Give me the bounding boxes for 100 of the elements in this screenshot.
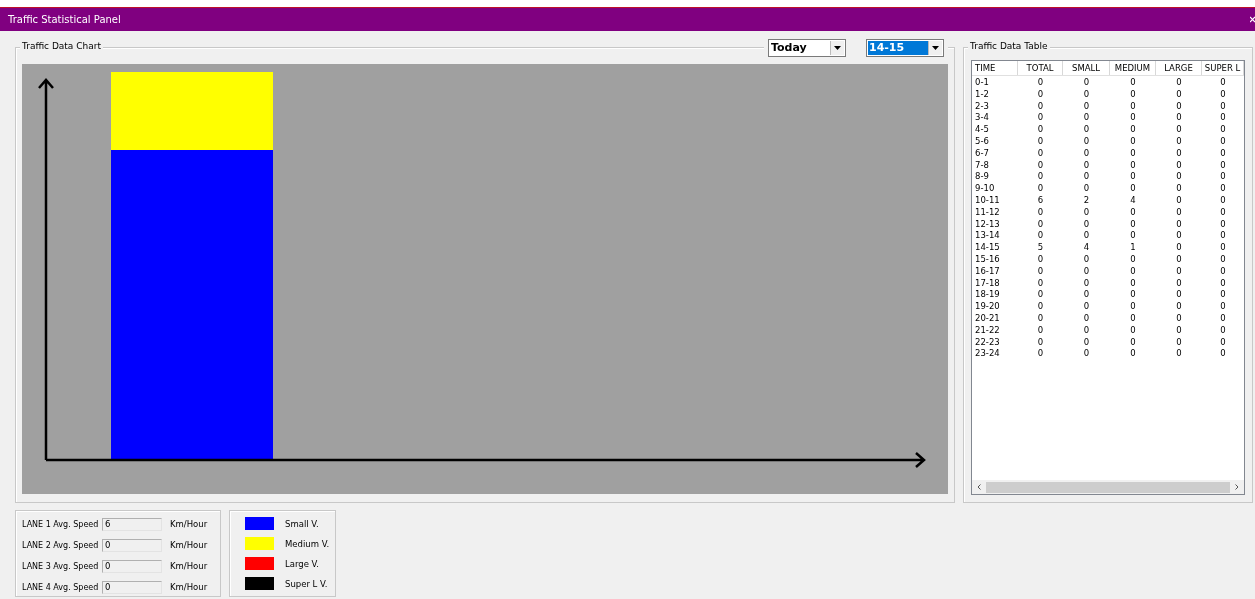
table-cell-text: 18-19 (974, 289, 1001, 302)
table-cell-text: 0 (1219, 159, 1227, 172)
table-cell-text: 0 (1219, 242, 1227, 254)
table-cell-text: 2 (1082, 194, 1091, 207)
legend-label: Super L V. (285, 578, 328, 589)
table-cell-text: 0 (1082, 206, 1091, 219)
table-cell-text: 0 (1129, 124, 1137, 136)
scroll-left-icon[interactable] (977, 484, 981, 490)
table-cell-text: 0 (1175, 159, 1183, 172)
table-cell-text: 17-18 (974, 277, 1001, 290)
table-cell-text: 0 (1219, 112, 1227, 125)
table-cell-text: 0 (1036, 324, 1045, 337)
table-cell-text: 0 (1129, 348, 1137, 361)
table-cell-text: 0 (1036, 171, 1045, 184)
table-cell-text: 0 (1036, 218, 1045, 231)
table-cell-text: 0 (1219, 336, 1227, 349)
table-cell-text: 0 (1082, 159, 1091, 172)
table-cell-text: 0 (1129, 206, 1137, 219)
table-cell-text: 0 (1036, 206, 1045, 219)
table-cell-text: 19-20 (974, 301, 1001, 313)
column-header[interactable]: TIME (972, 61, 1018, 75)
table-cell-text: 0 (1129, 301, 1137, 313)
scroll-right-icon[interactable] (1235, 484, 1239, 490)
table-cell-text: 0 (1036, 159, 1045, 172)
table-cell-text: 0 (1175, 88, 1183, 101)
table-cell-text: 0 (1219, 147, 1227, 160)
column-header[interactable]: LARGE (1156, 61, 1202, 75)
column-header[interactable]: SMALL (1063, 61, 1110, 75)
table-cell-text: 0 (1129, 159, 1137, 172)
unit-label: Km/Hour (170, 519, 208, 529)
window-title: Traffic Statistical Panel (8, 14, 121, 25)
table-cell-text: 0 (1129, 77, 1137, 89)
table-cell-text: 4 (1082, 242, 1091, 254)
table-cell-text: 0 (1082, 265, 1091, 278)
speed-field[interactable]: 0 (102, 538, 162, 552)
table-cell-text: 0 (1129, 147, 1137, 160)
table-cell-text: 0 (1036, 253, 1045, 266)
table-cell-text: 0 (1082, 312, 1091, 325)
table-cell-text: 6 (1036, 194, 1045, 207)
close-icon[interactable] (1250, 15, 1255, 24)
table-cell-text: 0 (1082, 77, 1091, 89)
table-cell-text: 10-11 (974, 194, 1001, 207)
table-cell-text: 0 (1219, 253, 1227, 266)
table-cell-text: 0 (1082, 336, 1091, 349)
table-cell-text: 0 (1219, 265, 1227, 278)
table-cell-text: 0 (1036, 112, 1045, 125)
table-cell-text: 4 (1129, 194, 1137, 207)
speed-field[interactable]: 0 (102, 580, 162, 594)
column-header[interactable]: MEDIUM (1110, 61, 1156, 75)
table-cell-text: 0 (1175, 206, 1183, 219)
table-cell-text: 0 (1036, 88, 1045, 101)
dropdown[interactable]: 14-15 (866, 39, 944, 57)
speed-field[interactable]: 6 (102, 517, 162, 531)
table-cell-text: 0 (1219, 206, 1227, 219)
table-cell-text: 0 (1036, 77, 1045, 89)
table-cell-text: 0 (1219, 171, 1227, 184)
lane-label: LANE 2 Avg. Speed (22, 540, 100, 550)
table-cell-text: 0 (1219, 301, 1227, 313)
unit-label: Km/Hour (170, 582, 208, 592)
table-cell-text: 0 (1082, 112, 1091, 125)
table-cell-text: 0 (1175, 242, 1183, 254)
column-header[interactable]: SUPER L (1202, 61, 1244, 75)
table-cell-text: 0 (1219, 77, 1227, 89)
column-header[interactable]: TOTAL (1018, 61, 1063, 75)
speed-field[interactable]: 0 (102, 559, 162, 573)
table-cell-text: 0 (1129, 88, 1137, 101)
table-cell-text: 5-6 (974, 136, 990, 148)
table-cell-text: 0 (1129, 112, 1137, 125)
table-cell-text: 0 (1129, 183, 1137, 195)
table-cell-text: 3-4 (974, 112, 990, 125)
table-cell-text: 0 (1219, 88, 1227, 101)
lane-label: LANE 3 Avg. Speed (22, 561, 100, 571)
table-cell-text: 0 (1082, 88, 1091, 101)
table-cell-text: 0 (1129, 171, 1137, 184)
table-cell-text: 0 (1175, 100, 1183, 113)
table-cell-text: 0 (1082, 324, 1091, 337)
table-cell-text: 0 (1175, 336, 1183, 349)
table-cell-text: 23-24 (974, 348, 1001, 361)
table-cell-text: 1-2 (974, 88, 990, 101)
table-cell-text: 0 (1036, 100, 1045, 113)
table-cell-text: 0 (1175, 136, 1183, 148)
table-cell-text: 0 (1219, 136, 1227, 148)
table-cell-text: 0 (1219, 289, 1227, 302)
table-cell-text: 0 (1175, 112, 1183, 125)
table-cell-text: 14-15 (974, 242, 1001, 254)
table-cell-text: 12-13 (974, 218, 1001, 231)
legend-label: Small V. (285, 518, 319, 529)
table-cell-text: 0 (1129, 324, 1137, 337)
group-title: Traffic Data Chart (20, 40, 103, 52)
table-cell-text: 0 (1082, 136, 1091, 148)
dropdown[interactable]: Today (768, 39, 846, 57)
table-cell-text: 0 (1129, 277, 1137, 290)
table-cell-text: 0 (1219, 277, 1227, 290)
table-cell-text: 0 (1175, 171, 1183, 184)
caret-icon (932, 46, 939, 50)
table-cell-text: 0 (1082, 183, 1091, 195)
table-cell-text: 0 (1175, 124, 1183, 136)
caret-icon (834, 46, 841, 50)
horizontal-scrollbar[interactable] (972, 480, 1244, 494)
table-cell-text: 0 (1082, 348, 1091, 361)
